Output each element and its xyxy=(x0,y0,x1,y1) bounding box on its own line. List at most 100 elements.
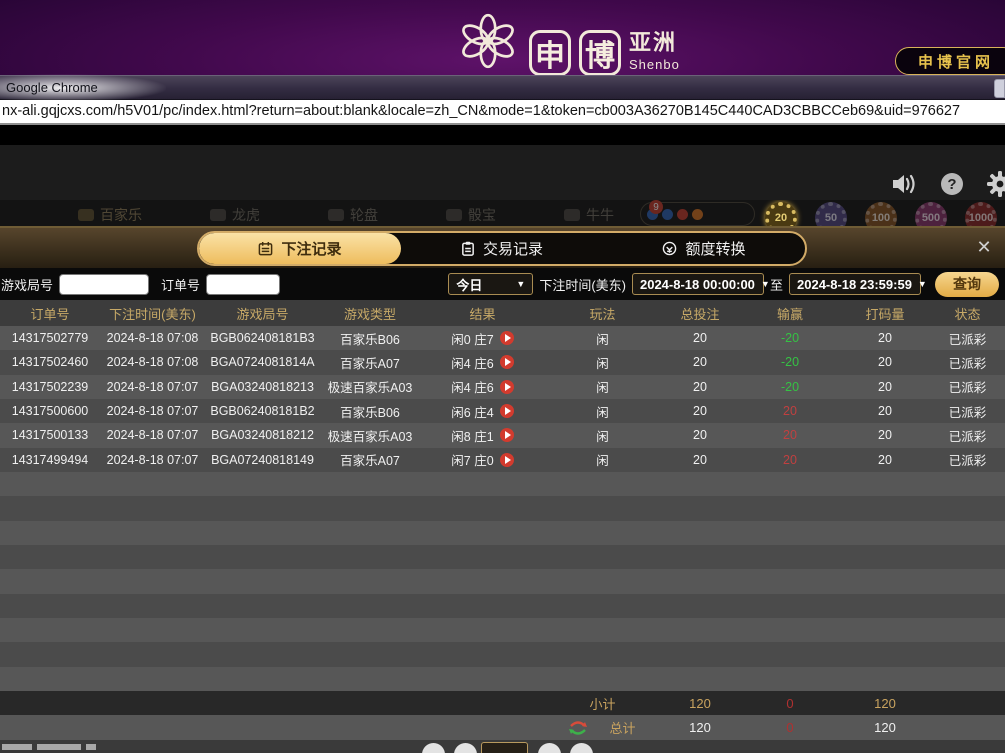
game-round-input[interactable] xyxy=(59,274,149,295)
table-cell: 20 xyxy=(740,404,840,418)
date-to-value: 2024-8-18 23:59:59 xyxy=(797,277,912,292)
nav-label: 龙虎 xyxy=(232,205,260,225)
page-number-input[interactable] xyxy=(481,742,528,753)
table-cell: -20 xyxy=(740,380,840,394)
table-cell: -20 xyxy=(740,331,840,345)
date-to-select[interactable]: 2024-8-18 23:59:59 ▼ xyxy=(789,273,921,295)
table-cell: 14317502460 xyxy=(0,355,100,369)
brand-char-shen: 申 xyxy=(529,30,571,76)
next-page-button[interactable] xyxy=(538,743,561,753)
chevron-down-icon: ▼ xyxy=(516,279,525,289)
ledger-icon xyxy=(258,241,273,256)
bet-time-label: 下注时间(美东) xyxy=(539,275,626,294)
gear-icon[interactable] xyxy=(987,171,1005,197)
table-cell: 14317502239 xyxy=(0,380,100,394)
table-row[interactable]: 143174994942024-8-18 07:07BGA07240818149… xyxy=(0,448,1005,472)
play-icon[interactable] xyxy=(500,331,514,345)
spacer-strip xyxy=(0,125,1005,145)
query-button[interactable]: 查询 xyxy=(935,272,999,297)
close-icon[interactable]: ✕ xyxy=(973,236,995,258)
table-row[interactable]: 143175001332024-8-18 07:07BGA03240818212… xyxy=(0,423,1005,447)
column-header: 状态 xyxy=(930,304,1005,323)
table-cell: 20 xyxy=(840,453,930,467)
table-cell: BGA03240818212 xyxy=(205,428,320,442)
table-cell: BGB062408181B2 xyxy=(205,404,320,418)
chip-50[interactable]: 50 xyxy=(815,202,847,228)
prev-page-button[interactable] xyxy=(454,743,477,753)
table-cell: BGA03240818213 xyxy=(205,380,320,394)
table-cell: 20 xyxy=(840,331,930,345)
chip-20[interactable]: 20 xyxy=(765,202,797,228)
transfer-arrows-icon[interactable] xyxy=(569,721,587,735)
date-from-select[interactable]: 2024-8-18 00:00:00 ▼ xyxy=(632,273,764,295)
result-text: 闲4 庄6 xyxy=(451,353,493,372)
brand-region: 亚洲 xyxy=(629,32,680,54)
tab-transaction-records[interactable]: 交易记录 xyxy=(401,233,603,264)
sidebar-item-轮盘[interactable]: 轮盘 xyxy=(328,205,378,225)
table-cell: 闲 xyxy=(545,377,660,396)
result-text: 闲7 庄0 xyxy=(451,450,493,469)
table-cell: BGB062408181B3 xyxy=(205,331,320,345)
chip-100[interactable]: 100 xyxy=(865,202,897,228)
table-cell: 闲8 庄1 xyxy=(420,426,545,445)
table-row[interactable]: 143175024602024-8-18 07:08BGA0724081814A… xyxy=(0,350,1005,374)
play-icon[interactable] xyxy=(500,380,514,394)
speaker-icon[interactable] xyxy=(891,173,917,195)
order-number-input[interactable] xyxy=(206,274,280,295)
table-cell: 14317499494 xyxy=(0,453,100,467)
date-range-select[interactable]: 今日 ▼ xyxy=(448,273,533,295)
footer-label: 小计 xyxy=(545,694,660,713)
play-icon[interactable] xyxy=(500,404,514,418)
chip-500[interactable]: 500 xyxy=(915,202,947,228)
tab-label: 交易记录 xyxy=(483,238,543,259)
game-icon xyxy=(328,209,344,221)
table-row[interactable]: 143175006002024-8-18 07:07BGB062408181B2… xyxy=(0,399,1005,423)
empty-row xyxy=(0,496,1005,520)
chevron-down-icon: ▼ xyxy=(761,279,770,289)
column-header: 订单号 xyxy=(0,304,100,323)
table-cell: 已派彩 xyxy=(930,377,1005,396)
url-bar[interactable]: nx-ali.gqjcxs.com/h5V01/pc/index.html?re… xyxy=(0,100,1005,125)
column-header: 结果 xyxy=(420,304,545,323)
tab-bet-records[interactable]: 下注记录 xyxy=(199,233,401,264)
table-row[interactable]: 143175022392024-8-18 07:07BGA03240818213… xyxy=(0,375,1005,399)
chip-1000[interactable]: 1000 xyxy=(965,202,997,228)
sidebar-item-龙虎[interactable]: 龙虎 xyxy=(210,205,260,225)
table-cell: 2024-8-18 07:08 xyxy=(100,355,205,369)
official-site-button[interactable]: 申博官网 xyxy=(895,47,1005,75)
table-cell: 2024-8-18 07:08 xyxy=(100,331,205,345)
table-cell: 闲6 庄4 xyxy=(420,402,545,421)
brand-latin: Shenbo xyxy=(629,58,680,71)
table-header: 订单号下注时间(美东)游戏局号游戏类型结果玩法总投注输赢打码量状态 xyxy=(0,300,1005,326)
tab-quota-transfer[interactable]: 额度转换 xyxy=(603,233,805,264)
result-text: 闲6 庄4 xyxy=(451,402,493,421)
last-page-button[interactable] xyxy=(570,743,593,753)
play-icon[interactable] xyxy=(500,453,514,467)
play-icon[interactable] xyxy=(500,428,514,442)
table-row[interactable]: 143175027792024-8-18 07:08BGB062408181B3… xyxy=(0,326,1005,350)
table-cell: 已派彩 xyxy=(930,353,1005,372)
sidebar-item-百家乐[interactable]: 百家乐 xyxy=(78,205,142,225)
tab-label: 额度转换 xyxy=(685,238,745,259)
table-cell: 闲 xyxy=(545,450,660,469)
play-icon[interactable] xyxy=(500,355,514,369)
table-cell: 闲 xyxy=(545,426,660,445)
table-cell: 闲4 庄6 xyxy=(420,353,545,372)
sidebar-item-骰宝[interactable]: 骰宝 xyxy=(446,205,496,225)
table-cell: 20 xyxy=(840,380,930,394)
notification-badge: 9 xyxy=(649,200,663,214)
table-cell: 闲 xyxy=(545,329,660,348)
window-control[interactable] xyxy=(994,79,1005,98)
game-icon xyxy=(78,209,94,221)
site-header: 申 博 亚洲 Shenbo 申博官网 xyxy=(0,0,1005,75)
nav-label: 骰宝 xyxy=(468,205,496,225)
sidebar-item-牛牛[interactable]: 牛牛 xyxy=(564,205,614,225)
table-cell: 闲 xyxy=(545,353,660,372)
empty-row xyxy=(0,667,1005,691)
table-cell: 2024-8-18 07:07 xyxy=(100,453,205,467)
table-cell: 已派彩 xyxy=(930,450,1005,469)
game-icon xyxy=(446,209,462,221)
help-icon[interactable]: ? xyxy=(941,173,963,195)
first-page-button[interactable] xyxy=(422,743,445,753)
table-cell: 已派彩 xyxy=(930,426,1005,445)
